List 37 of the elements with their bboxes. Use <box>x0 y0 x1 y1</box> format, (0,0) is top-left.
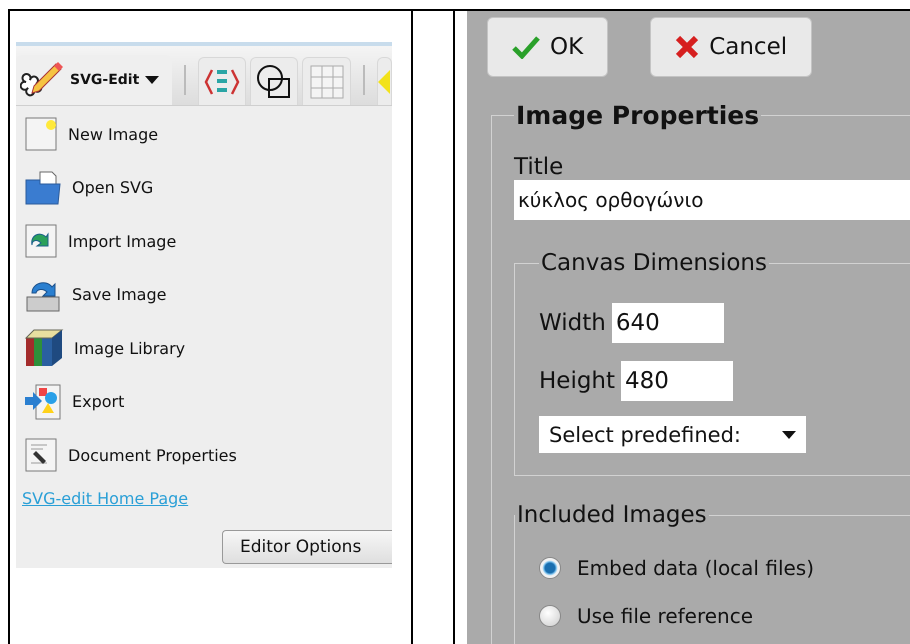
section-heading: Image Properties <box>515 101 760 130</box>
field-label: Height <box>539 368 616 394</box>
menu-item[interactable]: Export <box>24 380 392 424</box>
caret-icon <box>782 430 796 438</box>
group-legend: Canvas Dimensions <box>539 250 769 276</box>
size-dropdown[interactable]: Select predefined: <box>539 416 806 453</box>
radio-unselected[interactable] <box>539 605 561 627</box>
check-icon <box>512 35 540 59</box>
field-label: Title <box>514 154 564 180</box>
open-icon <box>24 170 62 206</box>
group-legend: Included Images <box>515 502 709 528</box>
radio-selected[interactable] <box>539 557 561 579</box>
menu-item[interactable]: Import Image <box>24 219 392 263</box>
editor-options-button[interactable]: Editor Options <box>222 530 392 564</box>
field-label: Width <box>539 310 606 336</box>
caret-icon <box>145 76 160 84</box>
grid-icon <box>308 64 344 100</box>
svg-source-tool[interactable] <box>198 57 246 105</box>
export-icon <box>24 382 62 420</box>
menu-item[interactable]: New Image <box>24 112 392 156</box>
menu-item[interactable]: Open SVG <box>24 166 392 210</box>
library-icon <box>24 328 64 368</box>
height-field[interactable]: 480 <box>621 361 734 401</box>
close-icon <box>675 35 700 59</box>
radio-option[interactable]: Use file reference <box>539 604 910 628</box>
menu-item[interactable]: Save Image <box>24 272 392 316</box>
new-icon <box>24 116 58 152</box>
import-icon <box>24 223 58 259</box>
title-field[interactable]: κύκλος ορθογώνιο <box>514 180 910 220</box>
cancel-button[interactable]: Cancel <box>650 17 812 77</box>
shapes-tool[interactable] <box>250 57 298 105</box>
properties-icon <box>24 437 58 473</box>
radio-option[interactable]: Embed data (local files) <box>539 556 910 580</box>
menu-item[interactable]: Document Properties <box>24 433 392 477</box>
menu-item[interactable]: Image Library <box>24 326 392 370</box>
ok-button[interactable]: OK <box>487 17 608 77</box>
width-field[interactable]: 640 <box>612 303 724 343</box>
